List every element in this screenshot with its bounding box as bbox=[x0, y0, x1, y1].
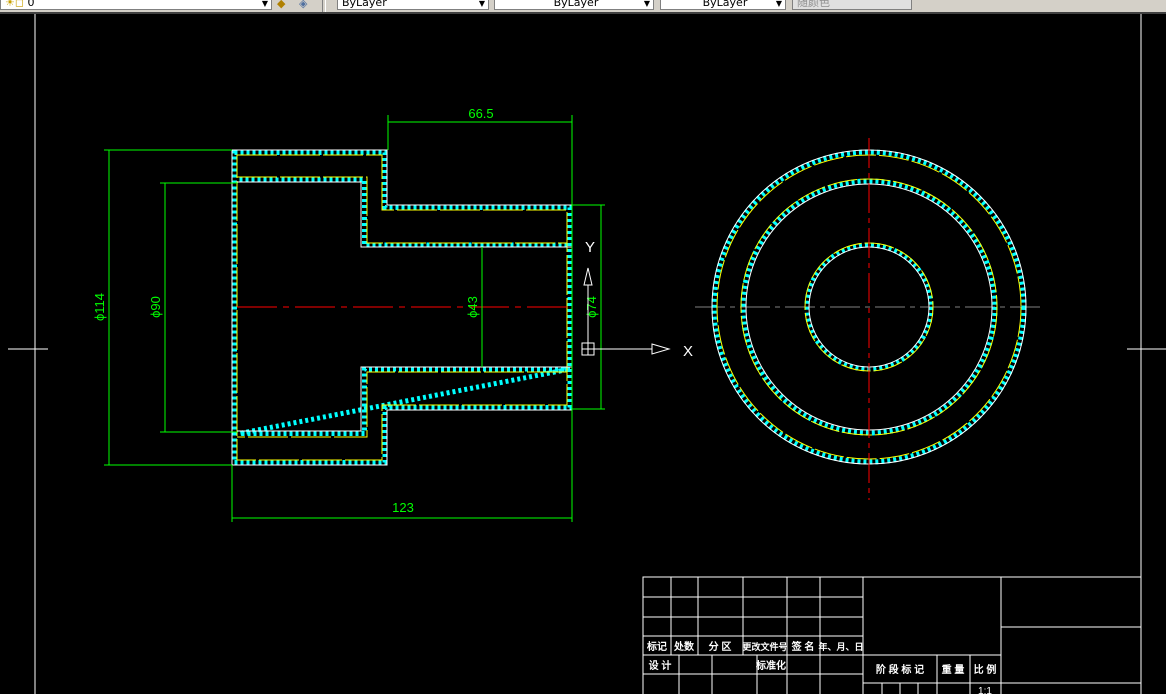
drawing-canvas[interactable]: 66.5 123 ϕ114 ϕ90 ϕ43 ϕ74 Y X 标记 处数 分 区 … bbox=[0, 14, 1166, 694]
dim-66-5: 66.5 bbox=[468, 106, 493, 121]
properties-toolbar: ☀◻ 0 ▼ ◆ ◈ ByLayer ▼ ByLayer ▼ ByLayer ▼ 随颜色 bbox=[0, 0, 1166, 14]
linetype-dropdown[interactable]: ByLayer ▼ bbox=[494, 0, 654, 10]
tb-scale-value: 1:1 bbox=[978, 686, 992, 694]
lineweight-value: ByLayer bbox=[702, 0, 748, 9]
tb-header-zone: 分 区 bbox=[709, 640, 732, 653]
chevron-down-icon: ▼ bbox=[775, 0, 782, 8]
tb-weight: 重 量 bbox=[942, 663, 965, 676]
section-view bbox=[231, 149, 573, 466]
ucs-x-label: X bbox=[683, 343, 693, 360]
title-block bbox=[642, 576, 1142, 694]
tb-scale-label: 比 例 bbox=[974, 663, 997, 676]
chevron-down-icon: ▼ bbox=[261, 0, 268, 8]
tb-design: 设 计 bbox=[649, 659, 672, 672]
layer-previous-icon[interactable]: ◈ bbox=[299, 0, 307, 10]
make-current-layer-icon[interactable]: ◆ bbox=[277, 0, 285, 10]
dim-90: ϕ90 bbox=[148, 296, 163, 318]
tb-header-count: 处数 bbox=[673, 640, 695, 653]
tb-header-sign: 签 名 bbox=[791, 640, 815, 653]
tb-header-date: 年、月、日 bbox=[818, 641, 863, 652]
layer-icons: ☀◻ bbox=[5, 0, 28, 9]
linetype-value: ByLayer bbox=[553, 0, 599, 9]
tb-header-docno: 更改文件号 bbox=[742, 641, 787, 652]
plotstyle-dropdown: 随颜色 bbox=[792, 0, 912, 10]
chevron-down-icon: ▼ bbox=[643, 0, 650, 8]
end-view bbox=[695, 138, 1045, 500]
ucs-y-label: Y bbox=[585, 239, 595, 256]
tb-header-mark: 标记 bbox=[646, 640, 667, 653]
dim-114: ϕ114 bbox=[92, 293, 107, 321]
chevron-down-icon: ▼ bbox=[478, 0, 485, 8]
lineweight-dropdown[interactable]: ByLayer ▼ bbox=[660, 0, 786, 10]
drawing-frame bbox=[8, 14, 1166, 694]
tb-standardize: 标准化 bbox=[755, 659, 786, 672]
plotstyle-value: 随颜色 bbox=[797, 0, 830, 9]
color-value: ByLayer bbox=[342, 0, 387, 9]
layer-dropdown[interactable]: ☀◻ 0 ▼ bbox=[0, 0, 272, 10]
dim-43: ϕ43 bbox=[465, 296, 480, 318]
separator bbox=[322, 0, 326, 12]
tb-stage-mark: 阶 段 标 记 bbox=[876, 663, 924, 676]
dim-123: 123 bbox=[392, 500, 414, 515]
color-dropdown[interactable]: ByLayer ▼ bbox=[337, 0, 489, 10]
layer-value: 0 bbox=[27, 0, 35, 9]
dim-74: ϕ74 bbox=[584, 296, 599, 318]
